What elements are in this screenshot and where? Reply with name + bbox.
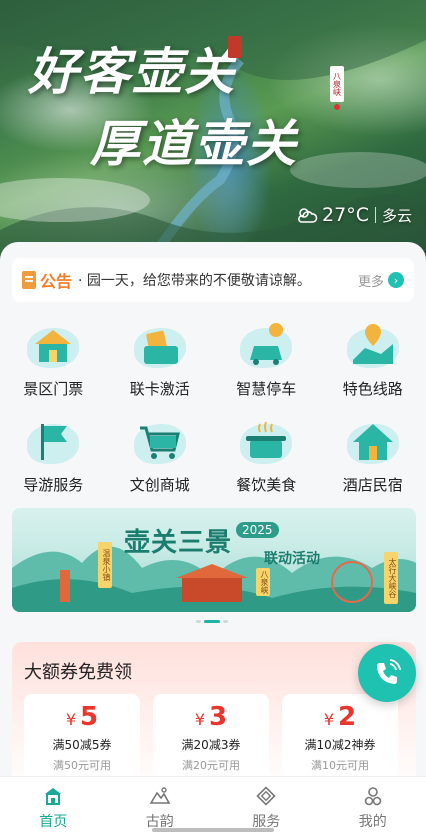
tab-profile[interactable]: 我的 — [320, 777, 426, 835]
service-scenic-tickets[interactable]: 景区门票 — [0, 312, 107, 408]
temperature: 27°C — [322, 204, 369, 226]
tab-label: 首页 — [39, 814, 68, 830]
coupon-condition: 满10元可用 — [311, 759, 369, 772]
notice-icon — [22, 271, 36, 289]
service-special-routes[interactable]: 特色线路 — [320, 312, 426, 408]
divider — [374, 207, 376, 223]
banner-tag-right: 太行大峡谷 — [384, 552, 398, 604]
hotel-house-icon — [343, 416, 403, 468]
scenic-gate-icon — [23, 320, 83, 372]
hero-banner: 好客壶关 厚道壶关 八泉峡 27°C 多云 — [0, 0, 426, 262]
shopping-cart-icon — [130, 416, 190, 468]
coupon-name: 满20减3券 — [181, 738, 241, 752]
carousel-indicator — [196, 620, 228, 623]
tab-service[interactable]: 服务 — [213, 777, 320, 835]
service-smart-parking[interactable]: 智慧停车 — [213, 312, 320, 408]
customer-service-button[interactable] — [358, 644, 416, 702]
service-label: 智慧停车 — [236, 380, 297, 398]
coupon-amount: 5 — [80, 702, 99, 732]
location-pin-icon — [334, 104, 340, 110]
notice-more-link[interactable]: 更多 — [358, 271, 384, 290]
banner-tag-mid: 八泉峡 — [256, 568, 270, 596]
service-label: 景区门票 — [23, 380, 84, 398]
coupon-card[interactable]: ¥3 满20减3券 满20元可用 — [153, 694, 269, 784]
service-hotel[interactable]: 酒店民宿 — [320, 408, 426, 504]
coupon-card[interactable]: ¥2 满10减2神券 满10元可用 — [282, 694, 398, 784]
coupon-condition: 满50元可用 — [53, 759, 111, 772]
service-label: 特色线路 — [342, 380, 403, 398]
coupon-amount: 2 — [338, 702, 357, 732]
service-label: 联卡激活 — [129, 380, 190, 398]
tab-home[interactable]: 首页 — [0, 777, 107, 835]
weather-condition: 多云 — [381, 206, 412, 225]
tab-culture[interactable]: 古韵 — [107, 777, 214, 835]
service-label: 餐饮美食 — [236, 476, 297, 494]
hero-title-line1: 好客壶关 — [28, 42, 236, 101]
notice-text[interactable]: · 园一天，给您带来的不便敬请谅解。 — [78, 270, 358, 290]
guide-flag-icon — [23, 416, 83, 468]
coupon-section: 大额券免费领 ¥5 满50减5券 满50元可用 ¥3 满20减3券 满20元可用… — [12, 642, 416, 792]
service-knot-icon — [256, 786, 276, 806]
currency-symbol: ¥ — [323, 710, 335, 729]
parking-car-icon — [236, 320, 296, 372]
coupon-section-title: 大额券免费领 — [24, 662, 132, 683]
notice-bar[interactable]: 公告 · 园一天，给您带来的不便敬请谅解。 更多 › — [12, 258, 414, 302]
bottom-tab-bar: 首页 古韵 服务 我的 — [0, 776, 426, 835]
service-label: 文创商城 — [129, 476, 190, 494]
service-dining[interactable]: 餐饮美食 — [213, 408, 320, 504]
route-map-icon — [343, 320, 403, 372]
banner-title: 壶关三景 — [124, 528, 233, 558]
service-cultural-shop[interactable]: 文创商城 — [107, 408, 214, 504]
coupon-condition: 满20元可用 — [182, 759, 240, 772]
banner-tag-left: 温泉小镇 — [98, 542, 112, 588]
promo-banner[interactable]: 温泉小镇 八泉峡 太行大峡谷 壶关三景 2025 联动活动 — [12, 508, 416, 612]
mountain-icon — [149, 787, 171, 804]
tab-label: 我的 — [358, 814, 387, 830]
coupon-name: 满50减5券 — [52, 738, 112, 752]
carousel-dot-active[interactable] — [204, 620, 220, 623]
home-indicator — [152, 828, 274, 832]
service-guide[interactable]: 导游服务 — [0, 408, 107, 504]
location-tag: 八泉峡 — [330, 66, 344, 102]
notice-label: 公告 — [40, 272, 73, 291]
currency-symbol: ¥ — [65, 710, 77, 729]
coupon-amount: 3 — [209, 702, 228, 732]
banner-subtitle: 联动活动 — [264, 551, 320, 567]
card-activate-icon — [130, 320, 190, 372]
service-grid: 景区门票 联卡激活 智慧停车 特色线路 导游服务 文创商城 餐饮美食 酒店民宿 — [0, 312, 426, 504]
carousel-dot[interactable] — [223, 620, 228, 623]
carousel-dot[interactable] — [196, 620, 201, 623]
coupon-card[interactable]: ¥5 满50减5券 满50元可用 — [24, 694, 140, 784]
home-pavilion-icon — [45, 788, 62, 805]
banner-year: 2025 — [236, 522, 279, 538]
seal-stamp — [228, 36, 242, 58]
currency-symbol: ¥ — [194, 710, 206, 729]
hero-title-line2: 厚道壶关 — [90, 114, 298, 173]
partly-cloudy-icon — [298, 208, 318, 223]
weather-widget: 27°C 多云 — [296, 204, 412, 226]
service-label: 导游服务 — [23, 476, 84, 494]
user-profile-icon — [364, 787, 382, 806]
service-label: 酒店民宿 — [342, 476, 403, 494]
chevron-right-icon[interactable]: › — [388, 272, 404, 288]
cooking-pot-icon — [236, 416, 296, 468]
coupon-name: 满10减2神券 — [304, 738, 376, 752]
service-card-activate[interactable]: 联卡激活 — [107, 312, 214, 408]
phone-icon — [377, 659, 401, 684]
